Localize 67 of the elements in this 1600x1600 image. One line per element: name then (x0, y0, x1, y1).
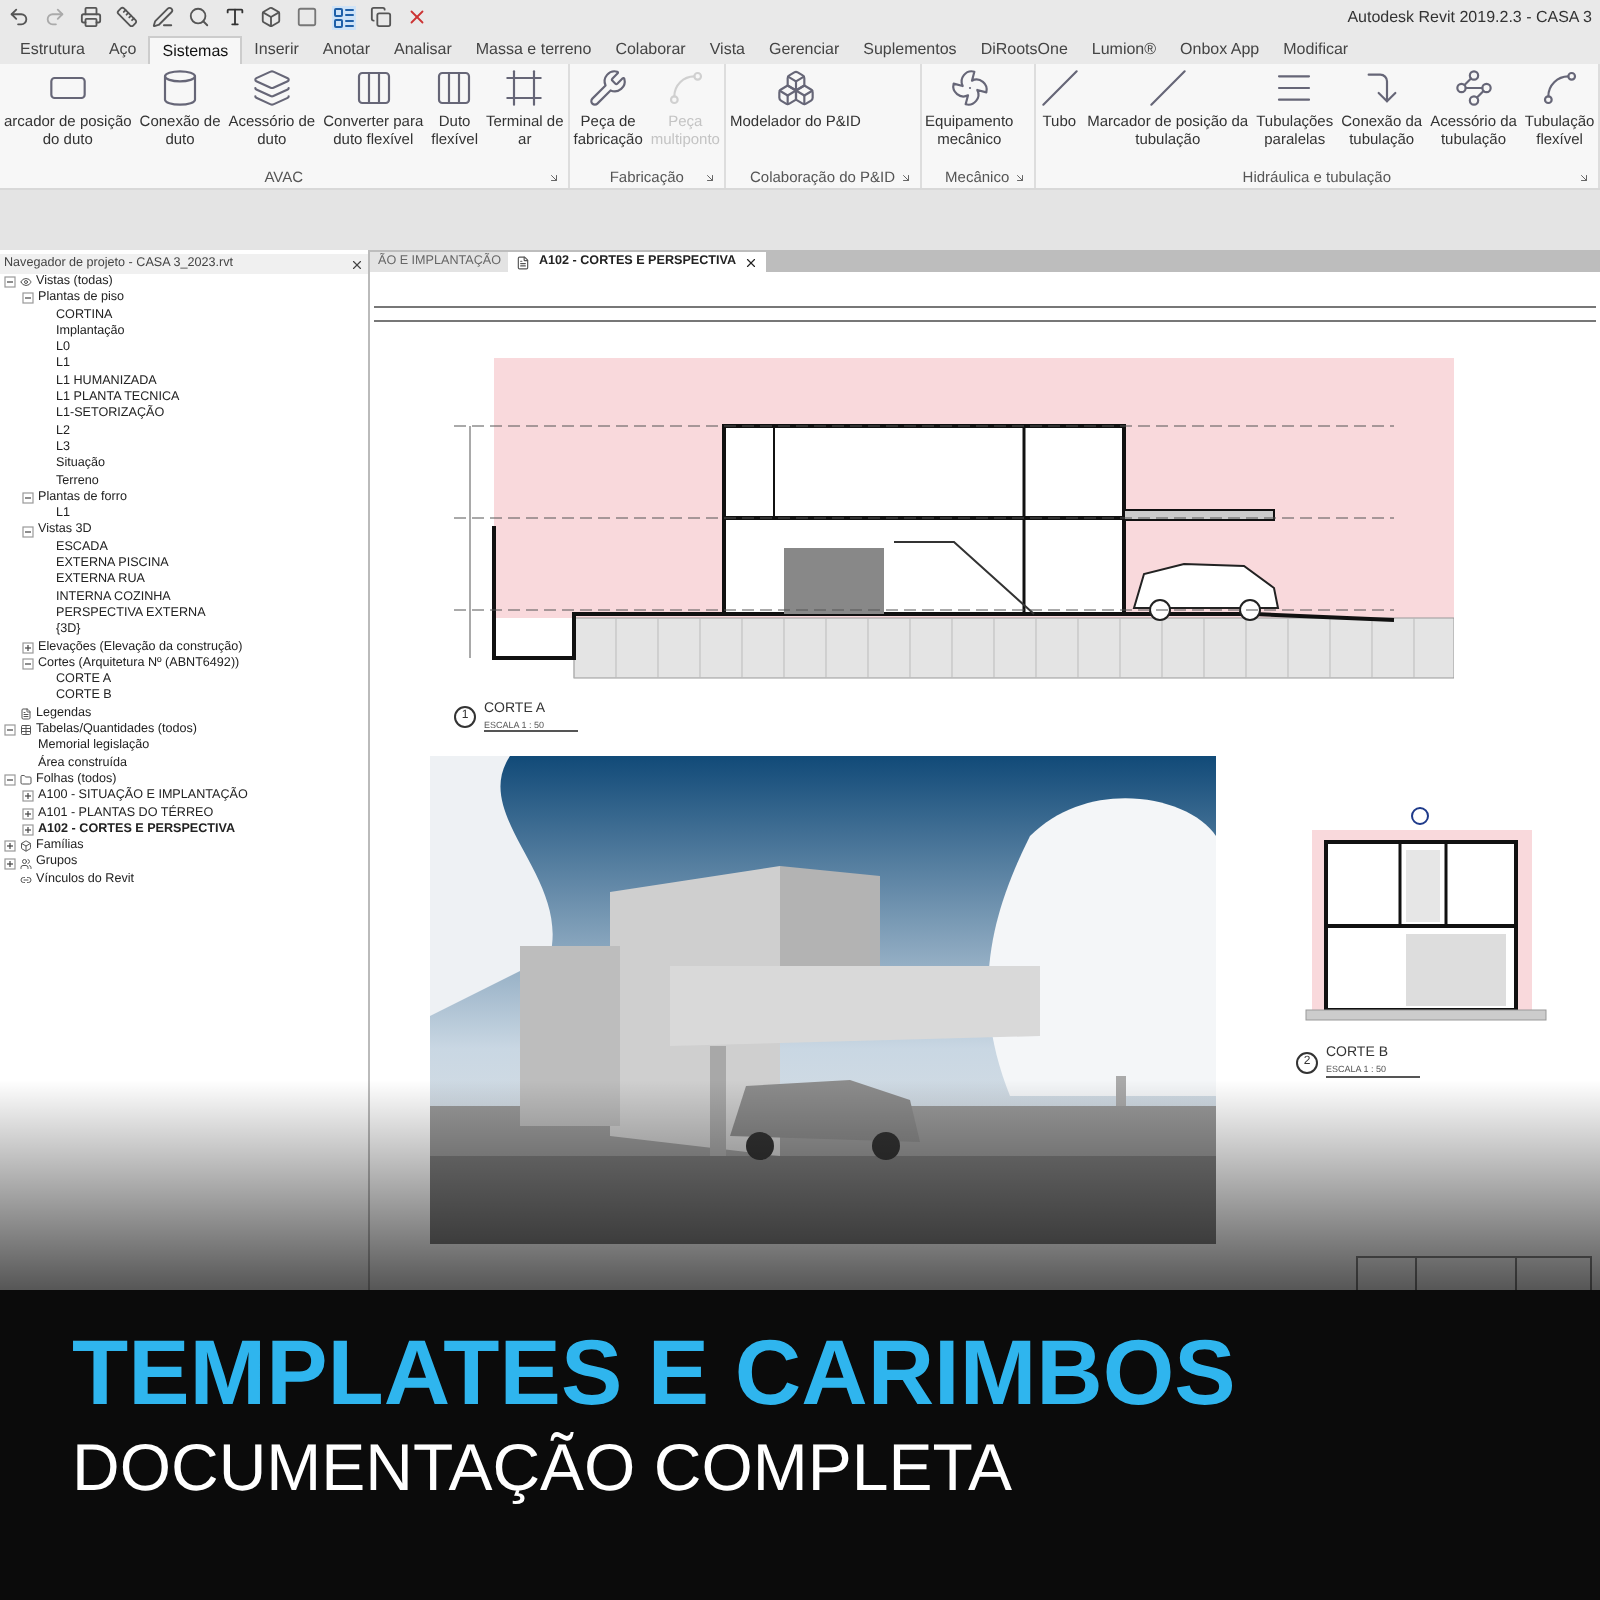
collapse-toggle[interactable] (4, 724, 16, 737)
search-icon[interactable] (188, 6, 210, 28)
ribbon-tab[interactable]: Aço (96, 36, 149, 64)
launcher-icon[interactable] (1013, 171, 1026, 183)
ribbon-tab[interactable]: Sistemas (148, 36, 243, 64)
ribbon-tab[interactable]: Vista (697, 36, 757, 64)
square-icon[interactable] (296, 6, 318, 28)
expand-toggle[interactable] (22, 790, 34, 803)
curve-icon (1539, 68, 1580, 108)
cube-icon[interactable] (260, 6, 282, 28)
launcher-icon[interactable] (1578, 171, 1591, 183)
collapse-toggle[interactable] (22, 292, 34, 305)
list-icon[interactable] (332, 5, 356, 29)
eye-icon (20, 276, 32, 289)
close-icon[interactable] (744, 255, 759, 269)
ruler-icon[interactable] (116, 6, 138, 28)
window-title: Autodesk Revit 2019.2.3 - CASA 3 (1347, 5, 1592, 29)
windows-icon[interactable] (370, 6, 392, 28)
collapse-toggle[interactable] (4, 774, 16, 787)
boxes-icon (775, 68, 816, 108)
launcher-icon[interactable] (703, 171, 716, 183)
ribbon-tab[interactable]: DiRootsOne (968, 36, 1080, 64)
ribbon-tab[interactable]: Modificar (1271, 36, 1361, 64)
banner-subtitle: DOCUMENTAÇÃO COMPLETA (72, 1428, 1014, 1508)
fan-icon (949, 68, 990, 108)
collapse-toggle[interactable] (22, 492, 34, 504)
columns-icon (434, 68, 475, 108)
undo-icon[interactable] (8, 6, 30, 28)
box-icon (20, 840, 32, 853)
layers-icon (251, 68, 292, 108)
close-icon[interactable] (350, 257, 364, 271)
ribbon-tab[interactable]: Gerenciar (756, 36, 852, 64)
folder-icon (20, 774, 32, 787)
link-icon (20, 873, 32, 886)
text-icon[interactable] (224, 6, 246, 28)
sheet-icon (516, 255, 531, 269)
collapse-toggle[interactable] (22, 657, 34, 670)
users-icon (20, 857, 32, 870)
launcher-icon[interactable] (547, 171, 560, 183)
columns-icon (353, 68, 394, 108)
expand-toggle[interactable] (22, 807, 34, 820)
frame-icon (504, 68, 545, 108)
slash-icon (1039, 68, 1080, 108)
collapse-toggle[interactable] (22, 525, 34, 538)
launcher-icon[interactable] (899, 171, 912, 183)
slash-icon (1147, 68, 1188, 108)
ribbon-tab[interactable]: Lumion® (1079, 36, 1169, 64)
wrench-icon (588, 68, 629, 108)
cylinder-icon (160, 68, 201, 108)
ribbon-tab[interactable]: Suplementos (851, 36, 969, 64)
expand-toggle[interactable] (22, 823, 34, 836)
document-icon (20, 707, 32, 720)
ribbon-tab[interactable]: Massa e terreno (463, 36, 604, 64)
collapse-toggle[interactable] (4, 276, 16, 289)
pen-icon[interactable] (152, 6, 174, 28)
ribbon-tab[interactable]: Onbox App (1168, 36, 1272, 64)
ribbon-tab[interactable]: Anotar (310, 36, 382, 64)
table-icon (20, 724, 32, 737)
ribbon-tab[interactable]: Inserir (242, 36, 311, 64)
expand-toggle[interactable] (4, 857, 16, 870)
expand-toggle[interactable] (22, 641, 34, 654)
ribbon-tab[interactable]: Analisar (381, 36, 464, 64)
ribbon-tab[interactable]: Colaborar (603, 36, 698, 64)
ribbon-tab[interactable]: Estrutura (8, 36, 97, 64)
expand-toggle[interactable] (4, 840, 16, 853)
banner-headline: TEMPLATES E CARIMBOS (72, 1318, 1238, 1426)
print-icon[interactable] (80, 6, 102, 28)
